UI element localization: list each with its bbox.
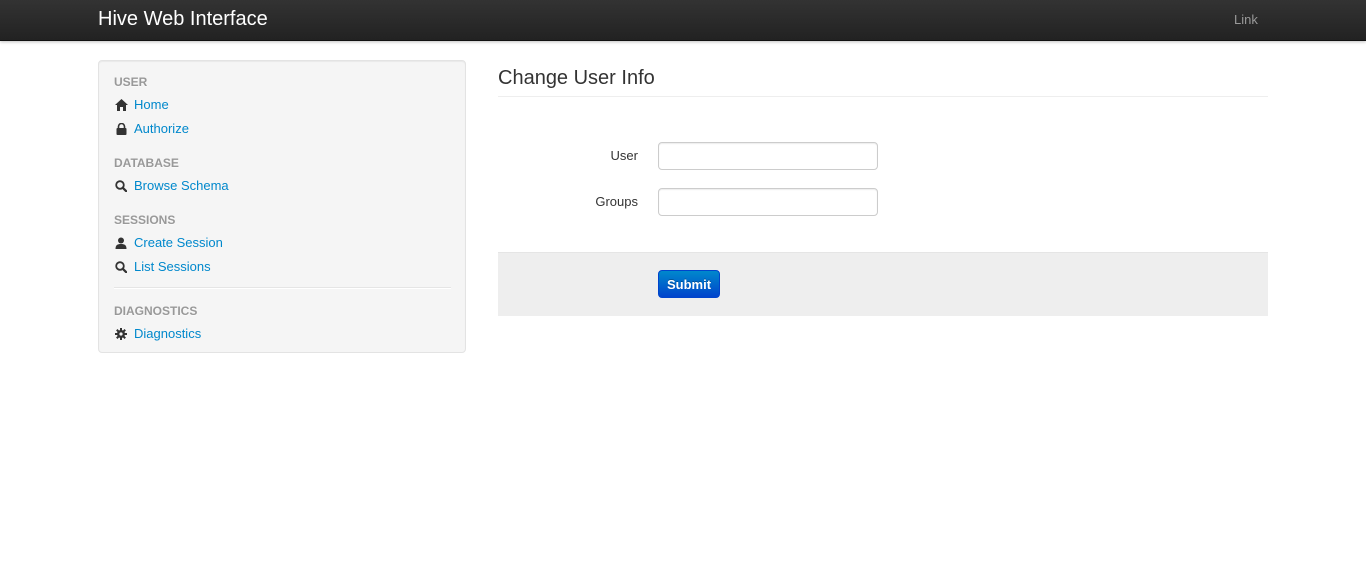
nav-link[interactable]: Link: [1234, 12, 1258, 28]
sidebar-nav: USER Home Authorize DATABASE Browse Sche…: [98, 60, 466, 353]
sidebar-item-label: Create Session: [134, 235, 223, 250]
nav-header-user: USER: [114, 75, 148, 89]
title-divider: [498, 96, 1268, 97]
form-actions: Submit: [498, 252, 1268, 316]
sidebar-item-label: Authorize: [134, 121, 189, 136]
gear-icon: [114, 327, 128, 341]
home-icon: [114, 98, 128, 112]
sidebar-divider: [114, 287, 451, 289]
user-label: User: [610, 148, 638, 163]
sidebar-item-authorize[interactable]: Authorize: [114, 120, 189, 138]
nav-header-diagnostics: DIAGNOSTICS: [114, 304, 198, 318]
nav-header-sessions: SESSIONS: [114, 213, 176, 227]
sidebar-item-home[interactable]: Home: [114, 96, 169, 114]
sidebar-item-label: Browse Schema: [134, 178, 229, 193]
sidebar-item-label: List Sessions: [134, 259, 211, 274]
search-icon: [114, 179, 128, 193]
user-icon: [114, 236, 128, 250]
sidebar-item-browse-schema[interactable]: Browse Schema: [114, 177, 229, 195]
top-navbar: Hive Web Interface Link: [0, 0, 1366, 41]
sidebar-item-label: Diagnostics: [134, 326, 202, 341]
groups-input[interactable]: [658, 188, 878, 216]
page-title: Change User Info: [498, 67, 655, 89]
sidebar-item-diagnostics[interactable]: Diagnostics: [114, 325, 201, 343]
groups-label: Groups: [595, 194, 638, 209]
sidebar-item-list-sessions[interactable]: List Sessions: [114, 258, 211, 276]
sidebar-item-label: Home: [134, 97, 169, 112]
search-icon: [114, 260, 128, 274]
lock-icon: [114, 122, 128, 136]
user-input[interactable]: [658, 142, 878, 170]
sidebar-item-create-session[interactable]: Create Session: [114, 234, 223, 252]
submit-button[interactable]: Submit: [658, 270, 720, 298]
nav-header-database: DATABASE: [114, 156, 179, 170]
brand-link[interactable]: Hive Web Interface: [98, 7, 268, 31]
